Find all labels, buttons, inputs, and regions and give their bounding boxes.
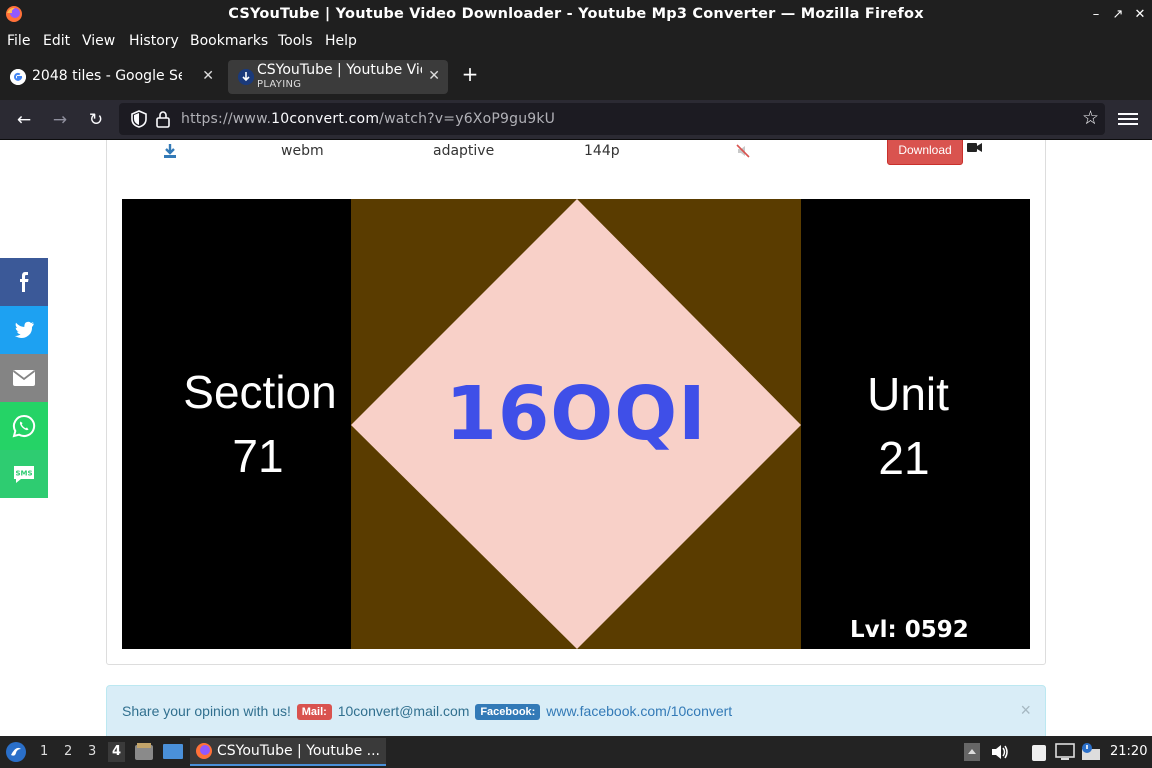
navigation-bar: ← → ↻ https://www.10convert.com/watch?v=… [0,100,1152,140]
reload-button[interactable]: ↻ [84,108,108,132]
google-icon [10,69,26,85]
maximize-button[interactable]: ↗ [1108,5,1128,25]
clipboard-icon[interactable] [1030,742,1048,762]
workspace-2[interactable]: 2 [64,744,72,759]
new-tab-button[interactable]: + [459,62,481,86]
clock: 21:20 [1110,744,1148,759]
whatsapp-icon [12,414,36,438]
tab-bar: 2048 tiles - Google Search ✕ CSYouTube |… [0,54,1152,100]
tab-label: 2048 tiles - Google Search [32,68,182,84]
csyoutube-favicon-icon [238,69,254,85]
share-sms-button[interactable]: SMS [0,450,48,498]
minimize-button[interactable]: – [1086,5,1106,25]
video-center-panel: 16OQI [351,199,801,649]
twitter-icon [14,321,34,339]
download-arrow-icon[interactable] [163,143,177,159]
email-icon [12,370,36,386]
tray-arrow-icon[interactable] [964,743,980,761]
menu-tools[interactable]: Tools [278,33,313,49]
menu-edit[interactable]: Edit [43,33,70,49]
type-cell: adaptive [433,143,495,159]
sms-icon-text: SMS [15,470,32,478]
alert-message: Share your opinion with us! Mail: 10conv… [122,703,732,721]
taskbar-firefox-window[interactable]: CSYouTube | Youtube ... [190,738,386,766]
alert-close-button[interactable]: × [1020,700,1031,721]
close-icon[interactable]: ✕ [202,68,214,84]
workspace-3[interactable]: 3 [88,744,96,759]
desktop-icon[interactable] [162,742,184,762]
no-audio-icon [736,144,750,158]
bookmark-star-icon[interactable]: ☆ [1082,107,1099,129]
sms-icon: SMS [14,466,34,483]
facebook-link[interactable]: www.facebook.com/10convert [546,703,732,719]
tab-label: CSYouTube | Youtube Video Downloader [257,62,422,78]
file-manager-icon[interactable] [134,742,154,762]
url-text[interactable]: https://www.10convert.com/watch?v=y6XoP9… [181,111,555,127]
menu-help[interactable]: Help [325,33,357,49]
share-facebook-button[interactable] [0,258,48,306]
tab-playing-status: PLAYING [257,79,302,90]
share-email-button[interactable] [0,354,48,402]
facebook-icon [20,272,29,292]
page-content: webm adaptive 144p Download 16OQI Sectio… [0,140,1152,736]
format-row: webm adaptive 144p Download [107,140,1045,177]
back-button[interactable]: ← [12,108,36,132]
quality-cell: 144p [584,143,620,159]
menu-view[interactable]: View [82,33,115,49]
video-player[interactable]: 16OQI Section 71 Unit 21 Lvl: 0592 [122,199,1030,649]
section-number: 71 [232,430,284,482]
volume-icon[interactable] [990,743,1010,761]
notification-icon[interactable] [1080,741,1102,761]
menu-file[interactable]: File [7,33,30,49]
url-domain: 10convert.com [271,111,380,127]
feedback-alert: Share your opinion with us! Mail: 10conv… [106,685,1046,736]
close-icon[interactable]: ✕ [428,68,440,84]
video-camera-icon [967,143,982,152]
task-title: CSYouTube | Youtube ... [217,743,381,759]
window-title-bar: CSYouTube | Youtube Video Downloader - Y… [0,0,1152,30]
format-cell: webm [281,143,324,159]
url-prefix: https://www. [181,111,272,127]
menu-history[interactable]: History [129,33,179,49]
menu-hamburger-icon[interactable] [1118,110,1138,128]
alert-text: Share your opinion with us! [122,703,291,719]
network-icon[interactable] [1055,743,1075,761]
menu-bar: File Edit View History Bookmarks Tools H… [0,30,1152,54]
firefox-icon [196,743,212,759]
unit-number: 21 [878,432,930,484]
workspace-4[interactable]: 4 [108,742,126,762]
mail-address[interactable]: 10convert@mail.com [338,703,470,719]
mail-badge: Mail: [296,704,332,720]
shield-icon[interactable] [130,109,148,129]
video-center-text: 16OQI [445,371,707,457]
url-bar[interactable]: https://www.10convert.com/watch?v=y6XoP9… [119,103,1105,135]
menu-bookmarks[interactable]: Bookmarks [190,33,268,49]
start-menu-icon[interactable] [5,741,27,763]
section-label: Section [183,366,337,418]
share-whatsapp-button[interactable] [0,402,48,450]
tab-google-search[interactable]: 2048 tiles - Google Search ✕ [0,60,222,94]
close-window-button[interactable]: ✕ [1130,5,1150,25]
level-counter: Lvl: 0592 [850,617,969,643]
workspace-1[interactable]: 1 [40,744,48,759]
unit-label: Unit [867,368,949,420]
url-path: /watch?v=y6XoP9gu9kU [379,111,556,127]
lock-icon[interactable] [155,109,171,129]
window-title: CSYouTube | Youtube Video Downloader - Y… [228,6,924,22]
tab-csyoutube[interactable]: CSYouTube | Youtube Video Downloader PLA… [228,60,448,94]
download-button[interactable]: Download [887,140,963,165]
share-twitter-button[interactable] [0,306,48,354]
facebook-badge: Facebook: [475,704,541,720]
taskbar: 1 2 3 4 CSYouTube | Youtube ... 21:20 [0,736,1152,768]
forward-button[interactable]: → [48,108,72,132]
